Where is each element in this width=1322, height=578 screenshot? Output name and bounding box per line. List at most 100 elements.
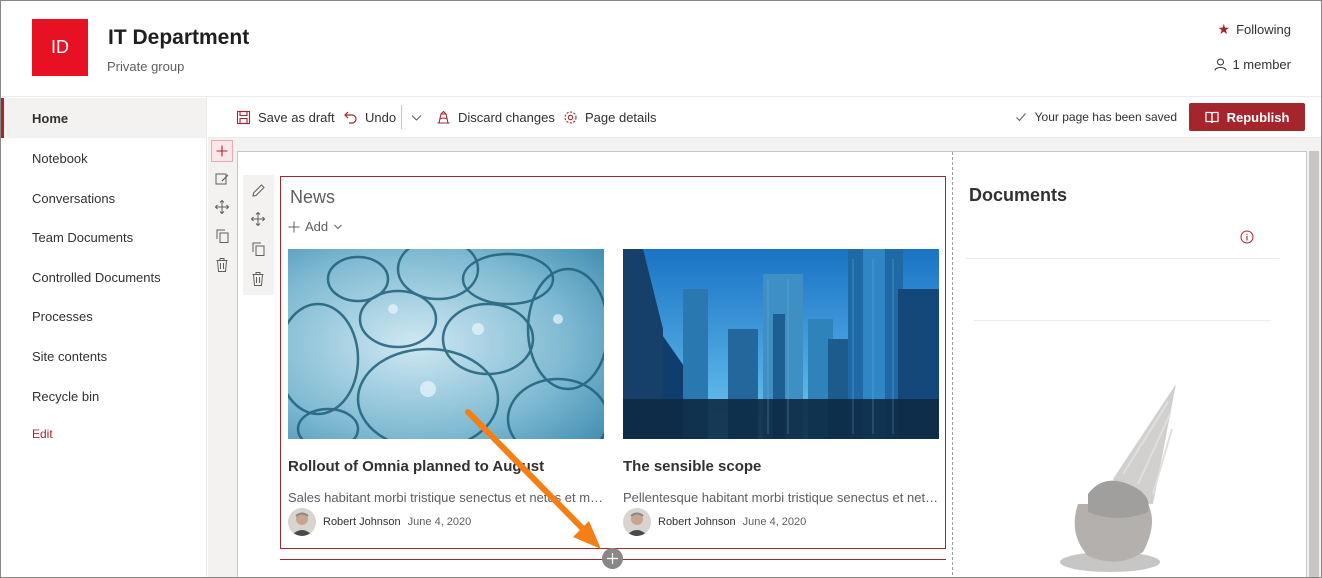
news-card-author: Robert Johnson June 4, 2020: [288, 507, 471, 537]
column-divider: [952, 152, 953, 577]
save-as-draft-button[interactable]: Save as draft: [236, 97, 335, 137]
pencil-icon: [251, 183, 265, 197]
news-card-image[interactable]: [288, 249, 604, 439]
news-card[interactable]: The sensible scope Pellentesque habitant…: [623, 249, 939, 539]
section-toolbar: [208, 138, 236, 577]
copy-icon: [252, 242, 264, 256]
page-details-button[interactable]: Page details: [563, 97, 657, 137]
trash-icon: [216, 258, 228, 272]
members-label: 1 member: [1232, 57, 1291, 72]
page-details-label: Page details: [585, 109, 657, 125]
webpart-toolbar: [243, 175, 274, 295]
nav-item-controlled-documents[interactable]: Controlled Documents: [1, 257, 206, 297]
move-icon: [251, 212, 265, 226]
floppy-icon: [236, 110, 251, 124]
republish-label: Republish: [1226, 109, 1290, 125]
nav-item-recycle-bin[interactable]: Recycle bin: [1, 376, 206, 416]
person-icon: [1214, 58, 1227, 71]
add-webpart-button[interactable]: [602, 548, 623, 569]
bubbles-image: [288, 249, 604, 439]
documents-title: Documents: [969, 185, 1068, 205]
edit-toolbar: Save as draft Undo Discard changes Page …: [208, 97, 1321, 138]
move-icon: [215, 200, 229, 214]
duplicate-section-button[interactable]: [211, 225, 233, 247]
undo-label: Undo: [365, 109, 397, 125]
save-as-draft-label: Save as draft: [258, 109, 335, 125]
site-header: ID IT Department Private group ★ Followi…: [1, 1, 1321, 97]
star-icon: ★: [1217, 21, 1231, 37]
discard-changes-label: Discard changes: [458, 109, 555, 125]
nav-item-processes[interactable]: Processes: [1, 296, 206, 336]
documents-divider: [966, 258, 1279, 259]
discard-changes-button[interactable]: Discard changes: [436, 97, 555, 137]
move-webpart-button[interactable]: [248, 209, 268, 229]
nav-item-site-contents[interactable]: Site contents: [1, 336, 206, 376]
edit-webpart-button[interactable]: [248, 180, 268, 200]
documents-divider: [974, 320, 1271, 321]
author-date: June 4, 2020: [742, 516, 807, 528]
nav-item-home[interactable]: Home: [1, 98, 206, 138]
left-navigation: Home Notebook Conversations Team Documen…: [1, 97, 207, 577]
news-webpart[interactable]: News Add Rollout of Omnia planned to Aug…: [280, 176, 946, 549]
page-content-area: News Add Rollout of Omnia planned to Aug…: [237, 151, 1307, 577]
plus-icon: [607, 553, 618, 564]
news-card-title[interactable]: Rollout of Omnia planned to August: [288, 458, 544, 475]
skyscrapers-image: [623, 249, 939, 439]
nav-edit-link[interactable]: Edit: [1, 414, 206, 454]
gear-icon: [564, 110, 577, 124]
duplicate-webpart-button[interactable]: [248, 239, 268, 259]
checkmark-icon: [1015, 113, 1026, 122]
news-card-image[interactable]: [623, 249, 939, 439]
book-icon: [1204, 111, 1219, 123]
members-button[interactable]: 1 member: [1214, 57, 1291, 72]
news-card-description: Pellentesque habitant morbi tristique se…: [623, 490, 939, 505]
discard-icon: [437, 110, 450, 124]
info-icon[interactable]: [1240, 230, 1254, 244]
undo-icon: [344, 111, 357, 124]
republish-button[interactable]: Republish: [1189, 103, 1305, 131]
undo-dropdown-button[interactable]: [409, 97, 424, 137]
site-logo-text: ID: [51, 37, 69, 57]
app-window: ID IT Department Private group ★ Followi…: [0, 0, 1322, 578]
nav-item-conversations[interactable]: Conversations: [1, 178, 206, 218]
news-card-title[interactable]: The sensible scope: [623, 458, 761, 475]
copy-icon: [216, 229, 228, 243]
news-card-author: Robert Johnson June 4, 2020: [623, 507, 806, 537]
avatar: [623, 508, 651, 536]
scrollbar-thumb[interactable]: [1309, 151, 1319, 577]
add-news-button[interactable]: Add: [288, 219, 343, 234]
delete-section-button[interactable]: [211, 254, 233, 276]
nav-item-notebook[interactable]: Notebook: [1, 138, 206, 178]
nav-item-team-documents[interactable]: Team Documents: [1, 217, 206, 257]
empty-state-illustration: [1060, 384, 1176, 572]
undo-button[interactable]: Undo: [343, 97, 396, 137]
chevron-down-icon: [334, 224, 342, 229]
site-subtitle: Private group: [107, 59, 185, 74]
vertical-scrollbar[interactable]: [1307, 151, 1321, 577]
site-title[interactable]: IT Department: [108, 26, 249, 50]
toolbar-separator: [401, 105, 402, 129]
delete-webpart-button[interactable]: [248, 269, 268, 289]
author-date: June 4, 2020: [407, 516, 472, 528]
following-button[interactable]: ★ Following: [1218, 21, 1291, 38]
author-name: Robert Johnson: [658, 516, 736, 528]
following-label: Following: [1236, 22, 1291, 37]
chevron-down-icon: [411, 114, 422, 121]
news-card-description: Sales habitant morbi tristique senectus …: [288, 490, 604, 505]
save-status-label: Your page has been saved: [1034, 110, 1177, 124]
page-canvas: News Add Rollout of Omnia planned to Aug…: [208, 138, 1321, 577]
add-section-button[interactable]: [211, 140, 233, 162]
edit-section-icon: [215, 173, 229, 185]
move-section-button[interactable]: [211, 196, 233, 218]
author-name: Robert Johnson: [323, 516, 401, 528]
avatar: [288, 508, 316, 536]
news-title: News: [290, 187, 336, 207]
edit-section-button[interactable]: [211, 168, 233, 190]
plus-icon: [216, 145, 228, 157]
trash-icon: [252, 272, 264, 286]
save-status: Your page has been saved: [1015, 97, 1177, 137]
add-news-label: Add: [305, 219, 329, 234]
plus-icon: [288, 221, 300, 232]
site-logo[interactable]: ID: [32, 19, 88, 76]
news-card[interactable]: Rollout of Omnia planned to August Sales…: [288, 249, 604, 539]
